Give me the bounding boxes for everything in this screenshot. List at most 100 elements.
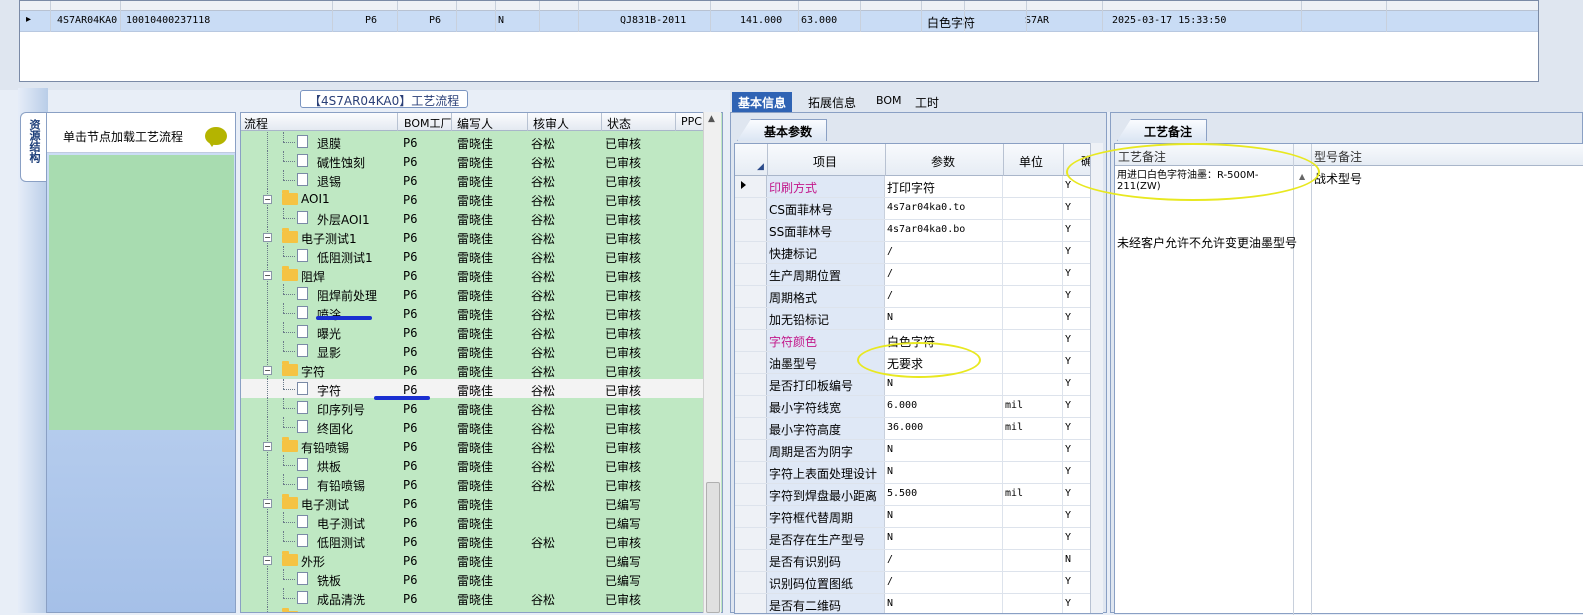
param-row[interactable]: CS面菲林号 4s7ar04ka0.to Y: [735, 198, 1102, 220]
param-value[interactable]: N: [885, 308, 1003, 329]
tab-work-hours[interactable]: 工时: [909, 92, 945, 112]
row-header[interactable]: [735, 550, 767, 571]
param-row[interactable]: 是否存在生产型号 N Y: [735, 528, 1102, 550]
collapse-toggle-icon[interactable]: −: [263, 556, 272, 565]
process-tree-row[interactable]: 终固化 P6 雷晓佳 谷松 已审核: [241, 417, 711, 436]
process-tree-row[interactable]: 退锡 P6 雷晓佳 谷松 已审核: [241, 170, 711, 189]
param-value[interactable]: N: [885, 462, 1003, 483]
row-header[interactable]: [735, 594, 767, 613]
param-confirm[interactable]: N: [1063, 550, 1083, 571]
param-row[interactable]: 最小字符线宽 6.000 mil Y: [735, 396, 1102, 418]
col-header-status[interactable]: 状态: [607, 115, 631, 132]
tab-resource-structure[interactable]: 资源结构: [20, 112, 46, 182]
param-confirm[interactable]: Y: [1063, 396, 1083, 417]
param-value[interactable]: N: [885, 594, 1003, 613]
param-value[interactable]: 5.500: [885, 484, 1003, 505]
param-value[interactable]: /: [885, 264, 1003, 285]
param-row[interactable]: 生产周期位置 / Y: [735, 264, 1102, 286]
param-confirm[interactable]: Y: [1063, 242, 1083, 263]
process-tree-row[interactable]: 字符 P6 雷晓佳 谷松 已审核: [241, 379, 711, 398]
process-tree-row[interactable]: 退膜 P6 雷晓佳 谷松 已审核: [241, 132, 711, 151]
row-header[interactable]: [735, 198, 767, 219]
row-header[interactable]: [735, 374, 767, 395]
process-tree-row[interactable]: 电子测试 P6 雷晓佳 已编写: [241, 512, 711, 531]
process-tree-row[interactable]: 印序列号 P6 雷晓佳 谷松 已审核: [241, 398, 711, 417]
col-header-param[interactable]: 参数: [931, 153, 955, 170]
param-value[interactable]: /: [885, 286, 1003, 307]
param-row[interactable]: 是否有识别码 / N: [735, 550, 1102, 572]
process-tree-row[interactable]: 烘板 P6 雷晓佳 谷松 已审核: [241, 455, 711, 474]
param-value[interactable]: /: [885, 572, 1003, 593]
process-tree-row[interactable]: 碱性蚀刻 P6 雷晓佳 谷松 已审核: [241, 151, 711, 170]
param-row[interactable]: 加无铅标记 N Y: [735, 308, 1102, 330]
row-header[interactable]: [735, 352, 767, 373]
param-confirm[interactable]: Y: [1063, 352, 1083, 373]
collapse-toggle-icon[interactable]: −: [263, 366, 272, 375]
process-tree-row[interactable]: 阻焊前处理 P6 雷晓佳 谷松 已审核: [241, 284, 711, 303]
process-tree-row[interactable]: 低阻测试1 P6 雷晓佳 谷松 已审核: [241, 246, 711, 265]
param-row[interactable]: 最小字符高度 36.000 mil Y: [735, 418, 1102, 440]
row-header[interactable]: [735, 286, 767, 307]
param-value[interactable]: 36.000: [885, 418, 1003, 439]
param-value[interactable]: /: [885, 550, 1003, 571]
param-row[interactable]: 周期是否为阴字 N Y: [735, 440, 1102, 462]
row-header[interactable]: [735, 264, 767, 285]
scroll-up-icon[interactable]: ▲: [708, 114, 715, 124]
param-value[interactable]: N: [885, 528, 1003, 549]
col-header-model-note[interactable]: 型号备注: [1314, 148, 1362, 165]
process-tree-row[interactable]: 喷涂 P6 雷晓佳 谷松 已审核: [241, 303, 711, 322]
tab-process-notes[interactable]: 工艺备注: [1117, 119, 1208, 141]
param-row[interactable]: 周期格式 / Y: [735, 286, 1102, 308]
param-value[interactable]: N: [885, 506, 1003, 527]
param-confirm[interactable]: Y: [1063, 506, 1083, 527]
param-value[interactable]: /: [885, 242, 1003, 263]
process-tree-row[interactable]: 曝光 P6 雷晓佳 谷松 已审核: [241, 322, 711, 341]
param-row[interactable]: SS面菲林号 4s7ar04ka0.bo Y: [735, 220, 1102, 242]
process-tree-row[interactable]: 成品清洗 P6 雷晓佳 谷松 已审核: [241, 588, 711, 607]
param-confirm[interactable]: Y: [1063, 484, 1083, 505]
param-confirm[interactable]: Y: [1063, 286, 1083, 307]
param-value[interactable]: 4s7ar04ka0.bo: [885, 220, 1003, 241]
row-header[interactable]: [735, 396, 767, 417]
param-confirm[interactable]: Y: [1063, 330, 1083, 351]
row-header[interactable]: [735, 572, 767, 593]
process-tree-row[interactable]: 显影 P6 雷晓佳 谷松 已审核: [241, 341, 711, 360]
basic-params-scrollbar[interactable]: [1090, 143, 1103, 613]
row-header[interactable]: [735, 220, 767, 241]
col-header-ppc[interactable]: PPC: [681, 115, 702, 128]
row-header[interactable]: [735, 176, 767, 197]
row-header[interactable]: [735, 242, 767, 263]
resource-tree-area[interactable]: [49, 155, 234, 430]
col-header-bom[interactable]: BOM工厂: [404, 115, 452, 131]
param-row[interactable]: 是否有二维码 N Y: [735, 594, 1102, 613]
process-tree-row[interactable]: 低阻测试 P6 雷晓佳 谷松 已审核: [241, 531, 711, 550]
param-confirm[interactable]: Y: [1063, 572, 1083, 593]
param-confirm[interactable]: Y: [1063, 418, 1083, 439]
param-row[interactable]: 识别码位置图纸 / Y: [735, 572, 1102, 594]
param-row[interactable]: 字符到焊盘最小距离 5.500 mil Y: [735, 484, 1102, 506]
row-header[interactable]: [735, 308, 767, 329]
process-tree-row[interactable]: − AOI1 P6 雷晓佳 谷松 已审核: [241, 189, 711, 208]
param-confirm[interactable]: Y: [1063, 528, 1083, 549]
param-row[interactable]: 印刷方式 打印字符 Y: [735, 176, 1102, 198]
col-header-flow[interactable]: 流程: [244, 115, 268, 132]
param-value[interactable]: 打印字符: [885, 176, 1003, 197]
param-confirm[interactable]: Y: [1063, 440, 1083, 461]
collapse-toggle-icon[interactable]: −: [263, 195, 272, 204]
row-header[interactable]: [735, 528, 767, 549]
param-value[interactable]: 6.000: [885, 396, 1003, 417]
param-confirm[interactable]: Y: [1063, 462, 1083, 483]
model-note-text[interactable]: 战术型号: [1314, 170, 1362, 187]
param-confirm[interactable]: Y: [1063, 220, 1083, 241]
tab-basic-info[interactable]: 基本信息: [732, 92, 793, 112]
param-confirm[interactable]: Y: [1063, 264, 1083, 285]
process-note-text-2[interactable]: 未经客户允许不允许变更油墨型号: [1117, 237, 1297, 249]
process-tree-row[interactable]: 铣板 P6 雷晓佳 已编写: [241, 569, 711, 588]
row-header[interactable]: [735, 418, 767, 439]
tab-basic-params[interactable]: 基本参数: [737, 119, 828, 141]
row-header[interactable]: [735, 506, 767, 527]
collapse-toggle-icon[interactable]: −: [263, 271, 272, 280]
tab-extended-info[interactable]: 拓展信息: [802, 92, 862, 112]
process-tree-row[interactable]: − 阻焊 P6 雷晓佳 谷松 已审核: [241, 265, 711, 284]
collapse-toggle-icon[interactable]: −: [263, 233, 272, 242]
